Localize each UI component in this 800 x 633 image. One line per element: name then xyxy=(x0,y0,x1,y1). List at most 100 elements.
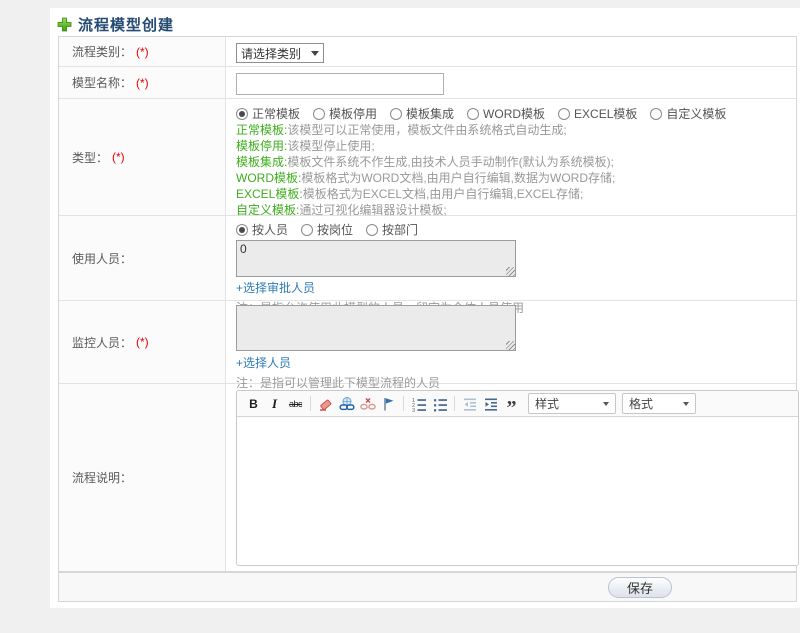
category-select[interactable]: 请选择类别 xyxy=(236,43,324,63)
type-radio-group: 正常模板 模板停用 模板集成 WORD模板 EXCEL模板 自定义模板 xyxy=(236,105,786,122)
type-desc-text: 通过可视化编辑器设计模板; xyxy=(299,203,447,217)
unordered-list-icon[interactable] xyxy=(430,394,449,413)
category-required-marker: (*) xyxy=(136,44,149,59)
type-desc-text: 模板格式为WORD文档,由用户自行编辑,数据为WORD存储; xyxy=(301,171,616,185)
monitors-textarea-wrap xyxy=(236,305,516,351)
type-label-cell: 类型： (*) xyxy=(59,99,226,215)
type-description: 模板停用:该模型停止使用; xyxy=(236,138,786,154)
radio-icon xyxy=(558,107,571,120)
radio-icon xyxy=(366,223,379,236)
bold-icon[interactable]: B xyxy=(244,394,263,413)
row-description: 流程说明： B I abc 1 2 3 ” 样式 格式 xyxy=(59,384,799,571)
type-required-marker: (*) xyxy=(112,150,125,164)
save-button[interactable]: 保存 xyxy=(608,577,672,598)
blockquote-icon[interactable]: ” xyxy=(502,394,521,419)
type-description: WORD模板:模板格式为WORD文档,由用户自行编辑,数据为WORD存储; xyxy=(236,170,786,186)
radio-icon xyxy=(313,107,326,120)
radio-label: WORD模板 xyxy=(483,107,546,121)
radio-type-custom[interactable]: 自定义模板 xyxy=(650,105,726,122)
users-label-cell: 使用人员： xyxy=(59,216,226,300)
editor-toolbar: B I abc 1 2 3 ” 样式 格式 xyxy=(237,391,798,419)
strikethrough-glyph: abc xyxy=(288,398,303,409)
users-label: 使用人员： xyxy=(72,251,133,266)
select-monitors-link[interactable]: +选择人员 xyxy=(236,354,291,371)
format-dropdown[interactable]: 格式 xyxy=(622,393,696,414)
radio-icon xyxy=(301,223,314,236)
row-type: 类型： (*) 正常模板 模板停用 模板集成 WORD模板 EXCEL模板 自定… xyxy=(59,99,796,217)
type-description: 正常模板:该模型可以正常使用，模板文件由系统格式自动生成; xyxy=(236,122,786,138)
chevron-down-icon xyxy=(311,50,319,56)
users-textarea[interactable]: 0 xyxy=(236,240,516,277)
radio-label: 按人员 xyxy=(252,223,289,237)
form-footer: 保存 xyxy=(58,572,797,602)
resize-grip-icon[interactable] xyxy=(506,267,515,276)
users-content-cell: 按人员 按岗位 按部门 0 +选择审批人员 注：是指允许使用此 xyxy=(226,216,796,315)
model-name-required-marker: (*) xyxy=(136,75,149,90)
type-desc-text: 该模型可以正常使用，模板文件由系统格式自动生成; xyxy=(287,123,567,137)
ordered-list-icon[interactable]: 1 2 3 xyxy=(409,394,428,413)
radio-icon xyxy=(467,107,480,120)
users-radio-group: 按人员 按岗位 按部门 xyxy=(236,221,786,238)
type-desc-text: 该模型停止使用; xyxy=(287,139,375,153)
users-textarea-wrap: 0 xyxy=(236,240,516,277)
blockquote-glyph: ” xyxy=(506,396,517,419)
row-monitors: 监控人员： (*) +选择人员 注：是指可以管理此下模型流程的人员 xyxy=(59,301,796,390)
editor-content-area[interactable] xyxy=(237,417,798,565)
italic-icon[interactable]: I xyxy=(265,394,284,413)
radio-icon xyxy=(650,107,663,120)
strikethrough-icon[interactable]: abc xyxy=(286,394,305,413)
page-title: 流程模型创建 xyxy=(78,17,175,34)
type-label: 类型： xyxy=(72,150,109,165)
chevron-down-icon xyxy=(603,401,609,406)
monitors-content-cell: +选择人员 注：是指可以管理此下模型流程的人员 xyxy=(226,301,796,390)
type-term: 模板集成: xyxy=(236,155,288,169)
radio-by-person[interactable]: 按人员 xyxy=(236,221,288,238)
select-approvers-link[interactable]: +选择审批人员 xyxy=(236,279,315,296)
model-create-form: 流程类别： (*) 请选择类别 模型名称： (*) 类型： (*) 正常模板 模… xyxy=(58,36,799,572)
radio-checked-icon xyxy=(236,223,248,236)
styles-dropdown-label: 样式 xyxy=(535,397,560,411)
monitors-required-marker: (*) xyxy=(136,335,149,349)
radio-checked-icon xyxy=(236,107,248,120)
bold-glyph: B xyxy=(249,396,258,411)
category-select-value: 请选择类别 xyxy=(241,46,302,61)
resize-grip-icon[interactable] xyxy=(506,341,515,350)
model-name-label-cell: 模型名称： (*) xyxy=(59,67,226,98)
styles-dropdown[interactable]: 样式 xyxy=(528,393,616,414)
remove-format-icon[interactable] xyxy=(316,394,335,413)
radio-type-word[interactable]: WORD模板 xyxy=(467,105,545,122)
radio-type-disabled[interactable]: 模板停用 xyxy=(313,105,377,122)
flag-icon[interactable] xyxy=(379,394,398,413)
model-name-label: 模型名称： xyxy=(72,76,133,90)
type-term: WORD模板: xyxy=(236,171,302,185)
radio-label: 正常模板 xyxy=(252,107,301,121)
radio-label: 自定义模板 xyxy=(666,107,727,121)
radio-label: 模板集成 xyxy=(406,107,455,121)
type-term: 模板停用: xyxy=(236,139,288,153)
category-content-cell: 请选择类别 xyxy=(226,37,796,66)
indent-icon[interactable] xyxy=(481,394,500,413)
model-name-input[interactable] xyxy=(236,73,444,95)
radio-by-department[interactable]: 按部门 xyxy=(366,221,418,238)
toolbar-separator xyxy=(310,396,311,411)
radio-type-integrated[interactable]: 模板集成 xyxy=(390,105,454,122)
type-term: 自定义模板: xyxy=(236,203,300,217)
row-model-name: 模型名称： (*) xyxy=(59,67,796,99)
radio-by-position[interactable]: 按岗位 xyxy=(301,221,353,238)
radio-label: 按岗位 xyxy=(317,223,354,237)
plus-icon xyxy=(57,17,72,32)
content-panel: 流程模型创建 流程类别： (*) 请选择类别 模型名称： (*) 类型： (*)… xyxy=(50,8,800,608)
radio-label: 按部门 xyxy=(382,223,419,237)
radio-type-normal[interactable]: 正常模板 xyxy=(236,105,300,122)
link-icon[interactable] xyxy=(337,394,356,413)
rich-text-editor: B I abc 1 2 3 ” 样式 格式 xyxy=(236,390,799,566)
type-desc-text: 模板格式为EXCEL文档,由用户自行编辑,EXCEL存储; xyxy=(302,187,584,201)
monitors-label: 监控人员： xyxy=(72,335,133,350)
format-dropdown-label: 格式 xyxy=(629,397,654,411)
row-users: 使用人员： 按人员 按岗位 按部门 0 +选择审批人员 xyxy=(59,216,796,315)
monitors-textarea[interactable] xyxy=(236,305,516,351)
radio-type-excel[interactable]: EXCEL模板 xyxy=(558,105,637,122)
unlink-icon[interactable] xyxy=(358,394,377,413)
description-label: 流程说明： xyxy=(72,471,133,485)
outdent-icon[interactable] xyxy=(460,394,479,413)
